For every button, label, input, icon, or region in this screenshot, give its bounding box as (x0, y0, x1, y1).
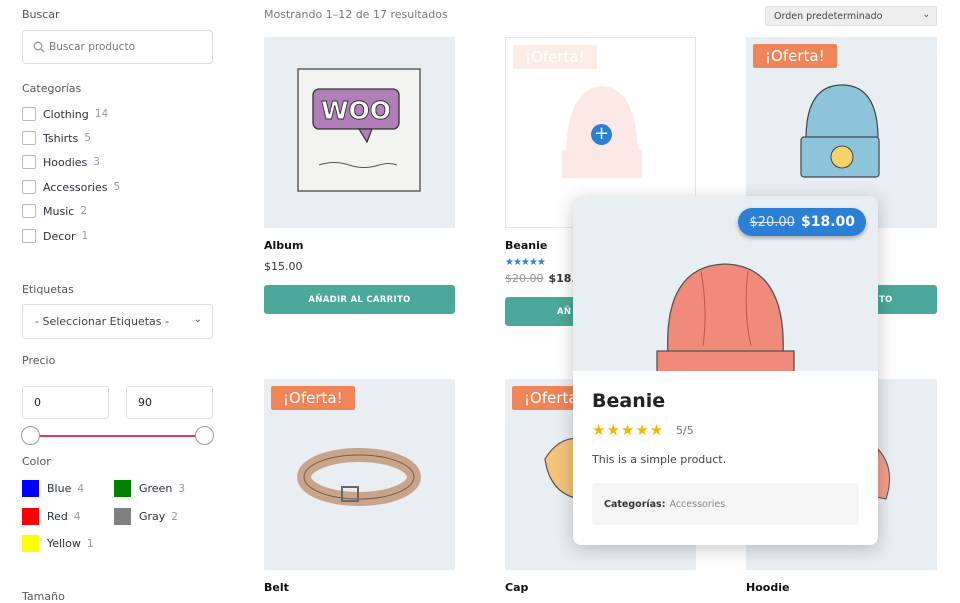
category-music[interactable]: Music 2 (22, 204, 87, 218)
tags-select[interactable]: - Seleccionar Etiquetas - ⌄ (22, 304, 213, 339)
rating-stars: ★★★★★ (592, 421, 665, 439)
order-select[interactable]: Orden predeterminado ⌄ (765, 6, 937, 26)
category-label: Music (43, 204, 75, 218)
price-slider-max-handle[interactable] (195, 426, 214, 445)
product-name[interactable]: Cap (505, 581, 696, 594)
search-box[interactable] (22, 30, 213, 64)
color-count: 2 (171, 510, 178, 523)
tags-heading: Etiquetas (22, 283, 74, 296)
quick-view-price: $20.00 $18.00 (738, 208, 866, 236)
chevron-down-icon: ⌄ (922, 10, 930, 20)
category-link[interactable]: Accessories (670, 499, 726, 510)
svg-text:WOO: WOO (321, 96, 391, 125)
category-label: Tshirts (43, 131, 79, 145)
categories-heading: Categorías (22, 82, 82, 95)
price-heading: Precio (22, 354, 56, 367)
category-count: 2 (80, 205, 87, 217)
checkbox[interactable] (22, 180, 36, 194)
color-yellow[interactable]: Yellow 1 (22, 535, 94, 552)
results-count: Mostrando 1–12 de 17 resultados (264, 8, 448, 21)
color-label: Yellow (47, 537, 81, 550)
color-swatch (114, 508, 131, 525)
search-input[interactable] (49, 41, 199, 53)
category-count: 1 (81, 230, 89, 242)
color-heading: Color (22, 455, 51, 468)
color-count: 3 (178, 482, 185, 495)
product-price: $15.00 (264, 260, 303, 273)
color-count: 1 (86, 537, 94, 550)
chevron-down-icon: ⌄ (193, 314, 202, 325)
product-image[interactable]: ¡Oferta! (264, 379, 455, 570)
quick-view-popup[interactable]: $20.00 $18.00 Beanie ★★★★★ 5/5 This is a … (573, 196, 878, 545)
price-slider-track[interactable] (30, 435, 204, 437)
search-icon (33, 41, 45, 53)
checkbox[interactable] (22, 155, 36, 169)
color-swatch (22, 535, 39, 552)
color-label: Green (139, 482, 173, 495)
color-swatch (22, 480, 39, 497)
sale-badge: ¡Oferta! (753, 44, 837, 68)
search-heading: Buscar (22, 8, 60, 21)
category-label: Hoodies (43, 155, 88, 169)
checkbox[interactable] (22, 131, 36, 145)
old-price: $20.00 (505, 272, 544, 285)
category-count: 14 (94, 108, 109, 120)
quick-view-categories: Categorías: Accessories (592, 483, 859, 525)
category-hoodies[interactable]: Hoodies 3 (22, 155, 100, 169)
color-swatch (22, 508, 39, 525)
product-name[interactable]: Belt (264, 581, 455, 594)
category-count: 5 (113, 181, 121, 193)
color-label: Blue (47, 482, 72, 495)
sale-price: $18.00 (800, 214, 855, 230)
color-count: 4 (77, 482, 85, 495)
product-card-album[interactable]: WOO Album $15.00 AÑADIR AL CARRITO (264, 37, 455, 314)
checkbox[interactable] (22, 204, 36, 218)
color-green[interactable]: Green 3 (114, 480, 185, 497)
color-blue[interactable]: Blue 4 (22, 480, 84, 497)
quick-view-image: $20.00 $18.00 (573, 196, 878, 371)
rating-value: 5/5 (676, 424, 694, 437)
category-decor[interactable]: Decor 1 (22, 229, 88, 243)
product-card-belt[interactable]: ¡Oferta! Belt (264, 379, 455, 594)
category-count: 5 (84, 132, 91, 144)
order-select-value: Orden predeterminado (774, 10, 883, 22)
price-min-input[interactable]: 0 (22, 386, 109, 419)
product-image[interactable]: WOO (264, 37, 455, 228)
category-label: Clothing (43, 107, 89, 121)
category-count: 3 (93, 156, 100, 168)
tags-select-value: - Seleccionar Etiquetas - (35, 315, 169, 328)
category-tshirts[interactable]: Tshirts 5 (22, 131, 91, 145)
quick-view-title: Beanie (592, 390, 666, 412)
checkbox[interactable] (22, 107, 36, 121)
quick-view-description: This is a simple product. (592, 453, 727, 466)
product-name[interactable]: Hoodie (746, 581, 937, 594)
product-name[interactable]: Album (264, 239, 455, 252)
old-price: $20.00 (749, 215, 795, 230)
color-red[interactable]: Red 4 (22, 508, 81, 525)
category-label: Decor (43, 229, 76, 243)
category-label: Accessories (43, 180, 108, 194)
color-label: Red (47, 510, 68, 523)
price-slider-min-handle[interactable] (21, 426, 40, 445)
color-swatch (114, 480, 131, 497)
color-count: 4 (73, 510, 81, 523)
color-label: Gray (139, 510, 166, 523)
size-heading: Tamaño (22, 590, 65, 603)
sale-badge: ¡Oferta! (271, 386, 355, 410)
category-label: Categorías: (604, 498, 666, 510)
add-to-cart-button[interactable]: AÑADIR AL CARRITO (264, 285, 455, 314)
category-clothing[interactable]: Clothing 14 (22, 107, 108, 121)
quick-view-plus-icon[interactable]: + (591, 124, 612, 145)
price-max-input[interactable]: 90 (126, 386, 213, 419)
category-accessories[interactable]: Accessories 5 (22, 180, 120, 194)
album-art: WOO (297, 68, 421, 192)
color-gray[interactable]: Gray 2 (114, 508, 178, 525)
checkbox[interactable] (22, 229, 36, 243)
